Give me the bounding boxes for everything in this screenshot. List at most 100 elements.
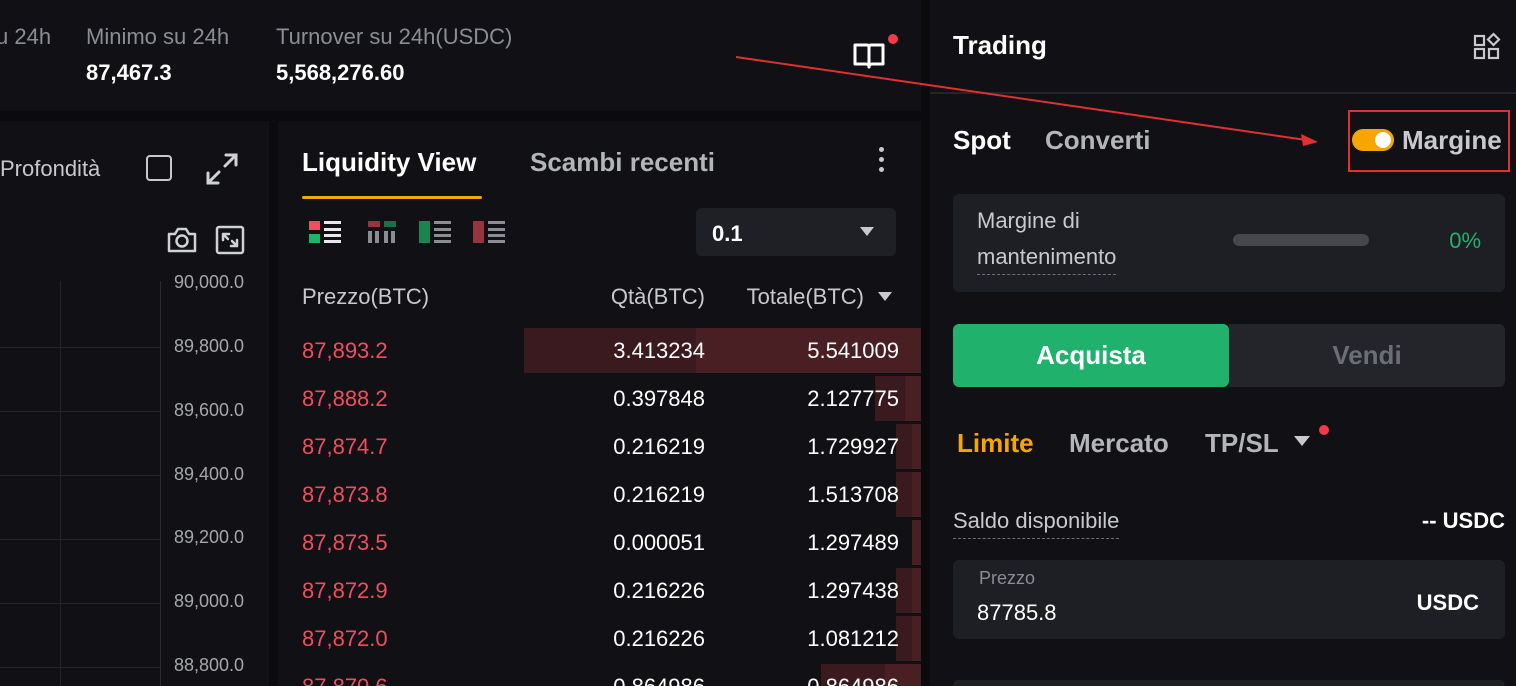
precision-select[interactable]: 0.1 — [696, 208, 896, 256]
price-input[interactable] — [977, 598, 1337, 628]
price-axis-tick: 89,800.0 — [174, 336, 245, 356]
sell-button[interactable]: Vendi — [1229, 324, 1505, 387]
cumulative-bar — [912, 568, 921, 613]
fullscreen-icon[interactable] — [214, 225, 246, 255]
available-balance-value: -- USDC — [1421, 508, 1505, 533]
buy-button[interactable]: Acquista — [953, 324, 1229, 387]
chevron-down-icon[interactable] — [1294, 436, 1310, 446]
margin-toggle[interactable] — [1352, 129, 1394, 151]
cumulative-bar — [912, 424, 921, 469]
ask-total: 1.297489 — [807, 530, 899, 555]
ask-qty: 0.216226 — [613, 626, 705, 651]
ask-total: 1.081212 — [807, 626, 899, 651]
toggle-knob — [1375, 132, 1391, 148]
tab-convert[interactable]: Converti — [1045, 125, 1150, 156]
ask-qty: 0.397848 — [613, 386, 705, 411]
view-both-icon[interactable] — [308, 219, 342, 245]
price-axis-tick: 89,000.0 — [174, 591, 245, 611]
cumulative-bar — [912, 616, 921, 661]
sort-down-icon[interactable] — [878, 292, 892, 301]
ask-qty: 0.000051 — [613, 530, 705, 555]
column-header-qty: Qtà(BTC) — [610, 284, 705, 309]
ask-price: 87,872.9 — [302, 578, 388, 603]
tab-recent-trades[interactable]: Scambi recenti — [530, 147, 715, 178]
chevron-down-icon — [860, 227, 874, 236]
ask-qty: 3.413234 — [613, 338, 705, 363]
panel-title: Trading — [953, 30, 1047, 60]
depth-tab[interactable]: Profondità — [0, 156, 100, 182]
stat-label: u 24h — [0, 24, 52, 49]
column-header-price: Prezzo(BTC) — [302, 284, 430, 309]
order-type-limit[interactable]: Limite — [957, 428, 1034, 459]
tab-liquidity-view[interactable]: Liquidity View — [302, 147, 476, 178]
ask-row[interactable]: 87,873.8 0.216219 1.513708 — [278, 471, 921, 519]
ask-price: 87,893.2 — [302, 338, 388, 363]
maintenance-margin-card: Margine di mantenimento 0% — [953, 194, 1505, 292]
price-axis-tick: 90,000.0 — [174, 272, 245, 292]
order-type-market[interactable]: Mercato — [1069, 428, 1169, 459]
chart-grid-line — [0, 539, 160, 540]
view-columns-icon[interactable] — [366, 219, 400, 245]
divider — [930, 92, 1516, 94]
column-header-total[interactable]: Totale(BTC) — [747, 284, 864, 310]
ask-row[interactable]: 87,893.2 3.413234 5.541009 — [278, 327, 921, 375]
price-axis-line — [160, 281, 161, 686]
ask-total: 2.127775 — [807, 386, 899, 411]
notification-dot — [1319, 425, 1329, 435]
trading-panel: Trading Spot Converti Margine Margine di… — [930, 0, 1516, 686]
stat-label: Minimo su 24h — [86, 24, 230, 49]
ask-price: 87,874.7 — [302, 434, 388, 459]
available-balance-label[interactable]: Saldo disponibile — [953, 508, 1120, 539]
notification-dot — [888, 34, 898, 44]
chart-checkbox[interactable] — [146, 155, 172, 181]
quantity-field[interactable] — [953, 680, 1505, 686]
stat-value: 87,467.3 — [86, 60, 172, 85]
ask-row[interactable]: 87,872.9 0.216226 1.297438 — [278, 567, 921, 615]
order-type-tpsl[interactable]: TP/SL — [1205, 428, 1279, 459]
ask-row[interactable]: 87,872.0 0.216226 1.081212 — [278, 615, 921, 663]
ask-total: 1.297438 — [807, 578, 899, 603]
view-asks-icon[interactable] — [472, 219, 506, 245]
chart-grid-line — [0, 603, 160, 604]
chart-panel: Profondità 90,000.0 89,800.0 89,600.0 89… — [0, 121, 269, 686]
ask-total: 1.729927 — [807, 434, 899, 459]
tab-spot[interactable]: Spot — [953, 125, 1011, 156]
price-axis-tick: 89,400.0 — [174, 464, 245, 484]
ask-total: 5.541009 — [807, 338, 899, 363]
market-stats-bar: u 24h Minimo su 24h 87,467.3 Turnover su… — [0, 0, 921, 111]
ask-price: 87,870.6 — [302, 674, 388, 686]
stat-24h-turnover: Turnover su 24h(USDC) 5,568,276.60 — [276, 24, 512, 86]
ask-price: 87,888.2 — [302, 386, 388, 411]
stat-value: 5,568,276.60 — [276, 60, 405, 85]
cumulative-bar — [912, 520, 921, 565]
layout-grid-icon[interactable] — [1472, 32, 1502, 62]
margin-toggle-label[interactable]: Margine — [1402, 125, 1502, 156]
expand-icon[interactable] — [204, 151, 240, 187]
camera-icon[interactable] — [166, 225, 198, 255]
price-axis-tick: 88,800.0 — [174, 655, 245, 675]
cumulative-bar — [905, 376, 921, 421]
cumulative-bar — [912, 472, 921, 517]
ask-price: 87,872.0 — [302, 626, 388, 651]
price-field[interactable]: Prezzo USDC — [953, 560, 1505, 639]
maintenance-label-line2[interactable]: mantenimento — [977, 244, 1117, 275]
view-bids-icon[interactable] — [418, 219, 452, 245]
stat-24h-change: u 24h — [0, 24, 51, 50]
orderbook-ask-rows: 87,893.2 3.413234 5.541009 87,888.2 0.39784… — [278, 327, 921, 686]
chart-grid-line — [0, 667, 160, 668]
chart-grid-line — [60, 281, 61, 686]
maintenance-progress-bar — [1233, 234, 1369, 246]
active-tab-indicator — [302, 196, 482, 199]
price-field-label: Prezzo — [979, 568, 1036, 588]
ask-row[interactable]: 87,873.5 0.000051 1.297489 — [278, 519, 921, 567]
ask-qty: 0.216226 — [613, 578, 705, 603]
more-options-icon[interactable] — [876, 147, 886, 177]
ask-row[interactable]: 87,888.2 0.397848 2.127775 — [278, 375, 921, 423]
ask-qty: 0.216219 — [613, 434, 705, 459]
guide-book-icon[interactable] — [852, 40, 886, 70]
maintenance-label-line1: Margine di — [977, 208, 1080, 233]
ask-total: 0.864986 — [807, 674, 899, 686]
ask-row[interactable]: 87,874.7 0.216219 1.729927 — [278, 423, 921, 471]
ask-row[interactable]: 87,870.6 0.864986 0.864986 — [278, 663, 921, 686]
ask-price: 87,873.5 — [302, 530, 388, 555]
